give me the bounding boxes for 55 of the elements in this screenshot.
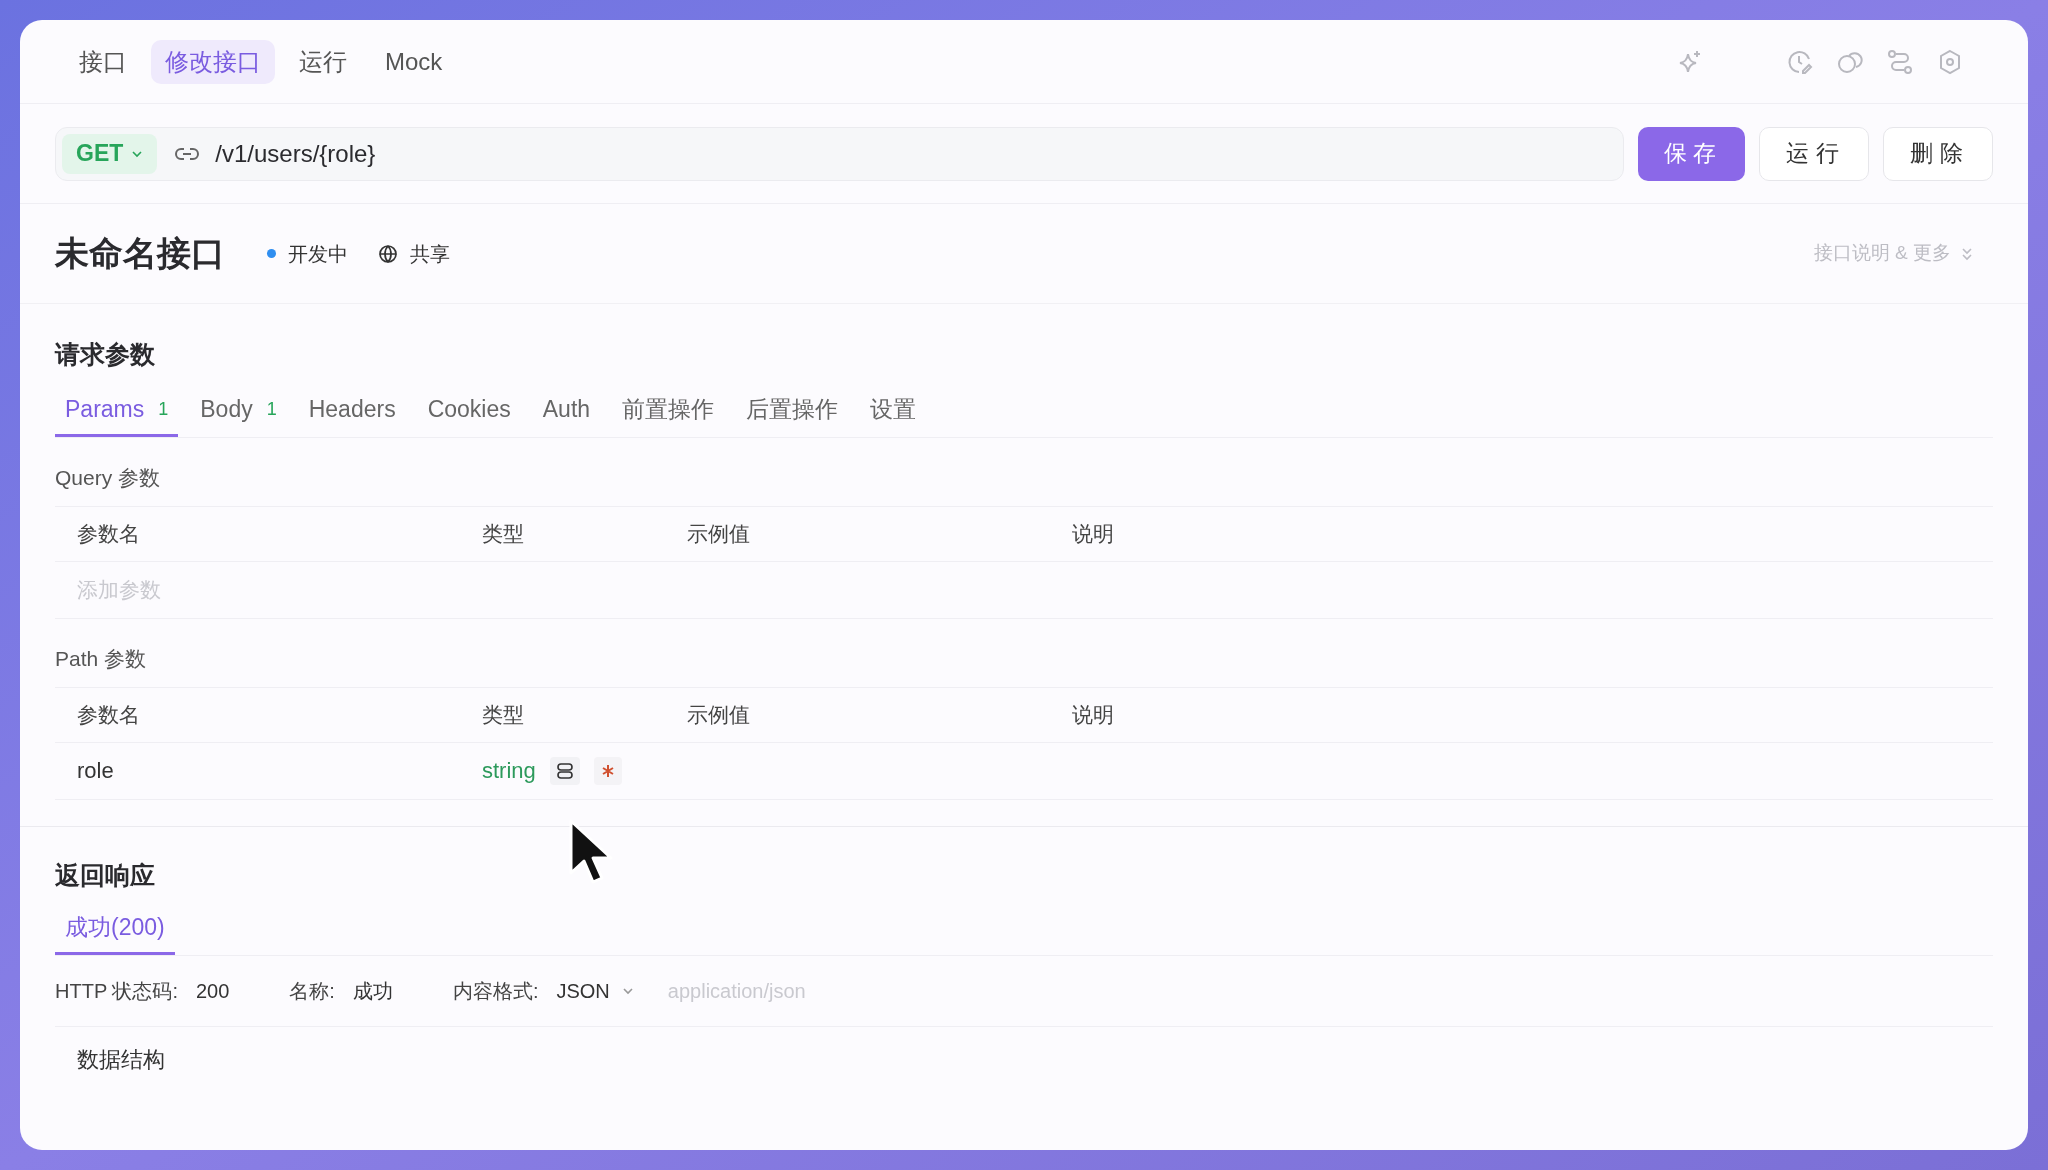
tab[interactable]: 设置: [860, 384, 927, 437]
route-icon[interactable]: [1887, 48, 1913, 75]
count-label: 1: [158, 397, 169, 421]
url-path[interactable]: /v1/users/{role}: [215, 135, 376, 172]
tab[interactable]: 修改接口: [151, 39, 275, 84]
sparkle-icon[interactable]: [1677, 48, 1703, 75]
section-title: 返回响应: [55, 859, 156, 891]
status-label[interactable]: 开发中: [288, 238, 348, 269]
format-select[interactable]: JSON: [556, 976, 634, 1006]
field-label: HTTP 状态码:: [55, 979, 178, 1004]
column-header: 说明: [1072, 521, 1114, 545]
column-header: 参数名: [77, 521, 140, 545]
link-icon: [175, 145, 200, 162]
toggle-icon[interactable]: [549, 756, 580, 785]
endpoint-title[interactable]: 未命名接口: [55, 228, 225, 279]
tab[interactable]: Params 1: [55, 384, 179, 437]
caret-icon[interactable]: [621, 987, 634, 995]
tab[interactable]: Body 1: [190, 384, 287, 437]
share-label[interactable]: 共享: [410, 238, 450, 269]
settings-icon[interactable]: [1937, 48, 1963, 75]
field-label: 名称:: [289, 979, 335, 1004]
section-title: 请求参数: [55, 339, 156, 370]
tab[interactable]: 前置操作: [612, 384, 725, 437]
count-label: 1: [266, 397, 277, 421]
required-icon[interactable]: [593, 756, 622, 785]
tab[interactable]: Cookies: [417, 384, 521, 437]
schema-title: 数据结构: [77, 1046, 165, 1074]
tab[interactable]: Auth: [532, 384, 601, 437]
column-header: 类型: [482, 521, 524, 545]
caret-icon[interactable]: [131, 149, 144, 158]
tab[interactable]: Headers: [298, 384, 406, 437]
action-button[interactable]: 运行: [1759, 126, 1870, 181]
tab[interactable]: 接口: [65, 39, 141, 84]
field-label: 内容格式:: [452, 979, 539, 1004]
save-button[interactable]: 保存: [1637, 126, 1746, 181]
field-value: 200: [195, 979, 230, 1004]
clock-edit-icon[interactable]: [1787, 48, 1813, 75]
column-header: 示例值: [687, 521, 750, 545]
url-bar[interactable]: GET /v1/users/{role}: [55, 126, 1624, 181]
tab[interactable]: 成功(200): [55, 903, 175, 955]
column-header: 说明: [1072, 702, 1114, 726]
column-header: 类型: [482, 702, 524, 726]
field-value: 成功: [352, 979, 393, 1004]
column-header: 参数名: [77, 702, 140, 726]
column-header: 示例值: [687, 702, 750, 726]
param-type[interactable]: string: [482, 754, 536, 787]
param-name[interactable]: role: [77, 758, 114, 783]
tab[interactable]: Mock: [371, 39, 457, 84]
globe-icon: [378, 243, 398, 264]
tab[interactable]: 后置操作: [736, 384, 849, 437]
subsection-title: Path 参数: [55, 645, 148, 672]
tab[interactable]: 运行: [285, 39, 361, 84]
subsection-title: Query 参数: [55, 464, 162, 491]
action-button[interactable]: 删除: [1883, 126, 1993, 181]
double-chevron-icon[interactable]: [1961, 246, 1973, 261]
